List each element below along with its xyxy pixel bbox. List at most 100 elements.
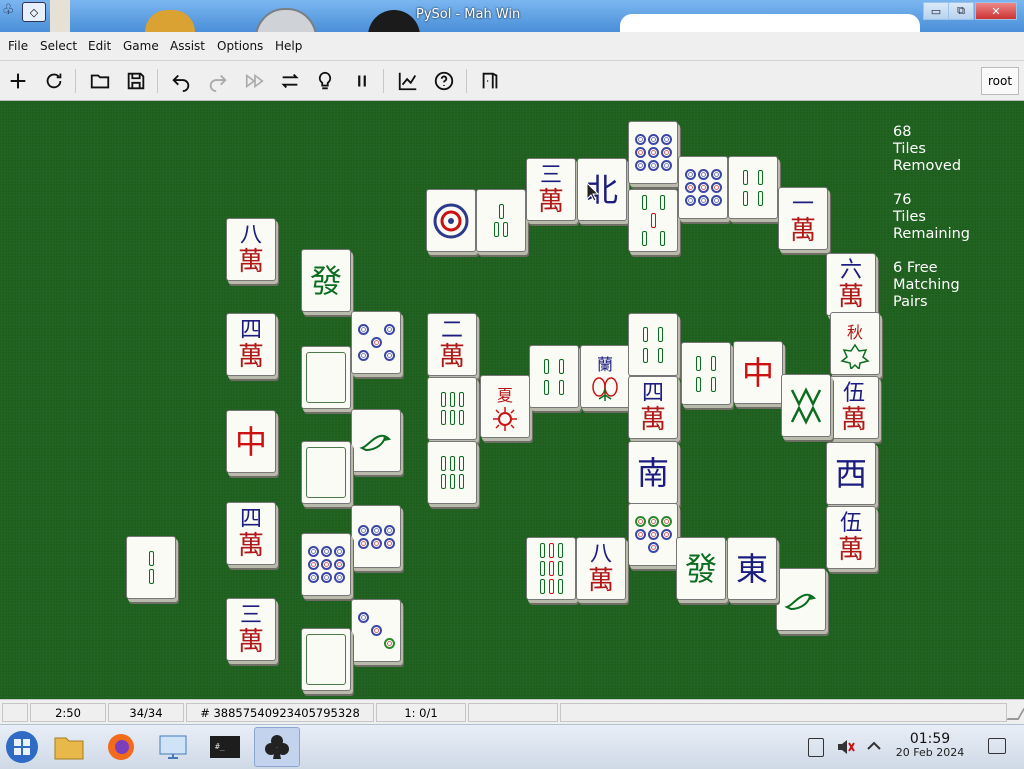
rules-button[interactable] xyxy=(429,66,459,96)
tile-character-4[interactable]: 四 萬 xyxy=(628,376,678,439)
tile-circle-7[interactable] xyxy=(628,503,678,566)
status-bar: 2:50 34/34 # 3885754092340579532​8 1: 0/… xyxy=(0,699,1024,725)
pysol-task[interactable] xyxy=(254,727,300,767)
redo-icon xyxy=(209,74,227,92)
show-desktop-button[interactable] xyxy=(988,738,1006,754)
restart-button[interactable] xyxy=(39,66,69,96)
system-menu-icon[interactable]: ♧ xyxy=(2,2,15,18)
tile-character-6[interactable]: 六 萬 xyxy=(826,253,876,316)
resize-grip-icon[interactable] xyxy=(1006,708,1024,720)
tile-bamboo-6[interactable] xyxy=(427,441,477,504)
tile-green-dragon[interactable]: 發 xyxy=(301,249,351,312)
file-manager-task[interactable] xyxy=(49,727,89,767)
pause-button[interactable] xyxy=(347,66,377,96)
start-button[interactable] xyxy=(2,727,42,767)
tile-bamboo-4[interactable] xyxy=(529,345,579,408)
close-button[interactable]: ✕ xyxy=(975,2,1017,20)
terminal-task[interactable]: #_ xyxy=(205,727,245,767)
undo-button[interactable] xyxy=(166,66,196,96)
autodrop-button[interactable] xyxy=(240,66,270,96)
tile-bamboo-5[interactable] xyxy=(628,189,678,252)
tile-red-dragon[interactable]: 中 xyxy=(226,410,276,473)
open-button[interactable] xyxy=(85,66,115,96)
tile-east-wind[interactable]: 東 xyxy=(727,537,777,600)
tile-wan: 萬 xyxy=(237,341,264,372)
tile-flower-orchid[interactable]: 蘭 xyxy=(580,345,630,408)
tile-character-5[interactable]: 伍 萬 xyxy=(826,506,876,569)
tile-west-wind[interactable]: 西 xyxy=(826,442,876,505)
hint-button[interactable] xyxy=(310,66,340,96)
volume-muted-icon[interactable] xyxy=(835,737,855,757)
menu-select[interactable]: Select xyxy=(40,39,77,53)
tile-north-wind[interactable]: 北 xyxy=(577,158,627,221)
tile-white-dragon[interactable] xyxy=(301,628,351,691)
tile-white-dragon[interactable] xyxy=(301,441,351,504)
clipboard-tray-icon[interactable] xyxy=(808,738,824,757)
tile-circle-3[interactable] xyxy=(351,599,401,662)
menu-assist[interactable]: Assist xyxy=(170,39,205,53)
tile-character-2[interactable]: 二 萬 xyxy=(427,313,477,376)
clock-time[interactable]: 01:59 xyxy=(900,731,960,747)
folder-icon xyxy=(90,74,110,89)
tile-character-8[interactable]: 八 萬 xyxy=(576,537,626,600)
tile-character-4[interactable]: 四 萬 xyxy=(226,502,276,565)
tile-character-5[interactable]: 伍 萬 xyxy=(829,376,879,439)
chevron-up-icon[interactable] xyxy=(866,739,882,753)
tile-character-1[interactable]: 一 萬 xyxy=(778,187,828,250)
tile-red-dragon[interactable]: 中 xyxy=(733,341,783,404)
tile-bamboo-3[interactable] xyxy=(476,189,526,252)
leaf-icon xyxy=(840,343,870,369)
tile-numeral: 二 xyxy=(440,317,463,343)
clock-date[interactable]: 20 Feb 2024 xyxy=(890,746,970,759)
tile-character-3[interactable]: 三 萬 xyxy=(226,598,276,661)
mouse-cursor-icon xyxy=(586,182,600,202)
tile-south-wind[interactable]: 南 xyxy=(628,441,678,504)
circle-one-icon xyxy=(433,203,469,238)
tile-wan: 萬 xyxy=(237,246,264,277)
tile-bamboo-4[interactable] xyxy=(681,342,731,405)
tile-season-autumn[interactable]: 秋 xyxy=(830,312,880,375)
tile-circle-9[interactable] xyxy=(678,156,728,219)
tile-bamboo-2[interactable] xyxy=(126,536,176,599)
window-menu-icon[interactable]: ◇ xyxy=(22,2,46,22)
tile-bamboo-8[interactable] xyxy=(781,374,831,437)
bird-icon xyxy=(784,593,817,610)
tile-circle-1[interactable] xyxy=(426,189,476,252)
quit-button[interactable] xyxy=(475,66,505,96)
statistics-button[interactable] xyxy=(393,66,423,96)
maximize-button[interactable]: ⧉ xyxy=(948,2,974,20)
tile-bamboo-1-bird[interactable] xyxy=(351,409,401,472)
tile-character-3[interactable]: 三 萬 xyxy=(526,158,576,221)
tile-character-4[interactable]: 四 萬 xyxy=(226,313,276,376)
redo-button[interactable] xyxy=(203,66,233,96)
menu-options[interactable]: Options xyxy=(217,39,263,53)
tile-green-dragon[interactable]: 發 xyxy=(676,537,726,600)
menu-file[interactable]: File xyxy=(8,39,28,53)
shuffle-button[interactable] xyxy=(275,66,305,96)
tiles-removed-label: Tiles xyxy=(893,141,926,157)
tile-wan: 萬 xyxy=(837,534,864,565)
menu-help[interactable]: Help xyxy=(275,39,302,53)
exit-door-icon xyxy=(482,72,498,89)
tile-bamboo-4[interactable] xyxy=(728,156,778,219)
tile-circle-9[interactable] xyxy=(301,533,351,596)
new-game-button[interactable] xyxy=(3,66,33,96)
menu-edit[interactable]: Edit xyxy=(88,39,111,53)
free-pairs-label: 6 Free xyxy=(893,260,938,276)
tile-season-summer[interactable]: 夏 xyxy=(480,375,530,438)
tile-bamboo-9[interactable] xyxy=(526,537,576,600)
tile-circle-5[interactable] xyxy=(351,311,401,374)
tile-character-8[interactable]: 八 萬 xyxy=(226,218,276,281)
tile-bamboo-6[interactable] xyxy=(427,377,477,440)
control-panel-task[interactable] xyxy=(153,727,193,767)
tile-white-dragon[interactable] xyxy=(301,346,351,409)
firefox-task[interactable] xyxy=(101,727,141,767)
tile-bamboo-4[interactable] xyxy=(628,313,678,376)
tile-bamboo-1-bird[interactable] xyxy=(776,568,826,631)
save-button[interactable] xyxy=(121,66,151,96)
tile-circle-9[interactable] xyxy=(628,121,678,184)
tile-numeral: 一 xyxy=(791,191,814,217)
menu-game[interactable]: Game xyxy=(123,39,159,53)
minimize-button[interactable]: ▭ xyxy=(923,2,949,20)
tile-circle-6[interactable] xyxy=(351,505,401,568)
